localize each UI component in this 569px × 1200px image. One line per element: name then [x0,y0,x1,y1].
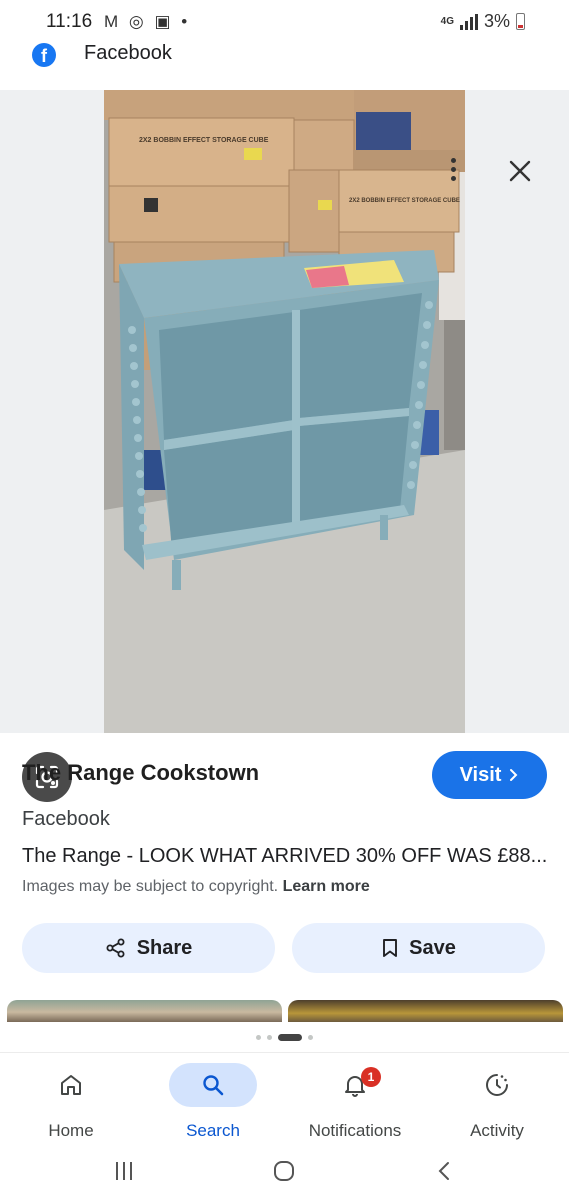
carousel-dots [0,1034,569,1041]
page-title: Facebook [84,42,172,64]
product-image[interactable]: 2X2 BOBBIN EFFECT STORAGE CUBE 2X2 BOBBI… [104,90,465,733]
box-label-text: 2X2 BOBBIN EFFECT STORAGE CUBE [349,198,460,204]
carousel-dot-active [278,1034,302,1041]
more-options-icon[interactable] [443,156,463,186]
status-time: 11:16 [46,11,93,32]
copyright-note: Images may be subject to copyright. Lear… [22,878,370,896]
product-photo: 2X2 BOBBIN EFFECT STORAGE CUBE 2X2 BOBBI… [104,90,465,733]
visit-button[interactable]: Visit [432,751,547,799]
image-viewer: 2X2 BOBBIN EFFECT STORAGE CUBE 2X2 BOBBI… [0,90,569,802]
home-system-icon[interactable] [264,1156,304,1186]
activity-icon [486,1074,508,1096]
related-image-thumbnail[interactable] [288,1000,563,1022]
notification-badge: 1 [361,1067,381,1087]
close-icon[interactable] [507,158,533,184]
nav-label: Search [186,1121,240,1140]
network-label: 4G [440,16,454,27]
box-label-text: 2X2 BOBBIN EFFECT STORAGE CUBE [139,137,269,144]
nav-label: Home [48,1121,94,1140]
facebook-logo-icon: f [32,43,56,67]
source-title[interactable]: The Range Cookstown [22,760,259,786]
copyright-text: Images may be subject to copyright. [22,878,279,895]
chevron-right-icon [510,769,518,781]
activity-icon-wrap [453,1063,541,1107]
result-title[interactable]: The Range - LOOK WHAT ARRIVED 30% OFF WA… [22,845,547,868]
save-label: Save [409,936,456,959]
nav-label: Notifications [308,1121,402,1140]
carousel-dot [267,1035,272,1040]
status-bar: 11:16 M ◎ ▣ • 4G 3% [0,0,569,40]
search-icon [203,1075,224,1096]
nav-activity[interactable]: Activity [426,1053,568,1143]
share-label: Share [136,936,193,959]
facebook-logo: f [22,40,66,70]
related-image-thumbnail[interactable] [7,1000,282,1022]
home-icon-wrap [27,1063,115,1107]
notification-status-icons: M ◎ ▣ • [104,12,191,31]
source-name: Facebook [22,808,110,830]
home-icon [61,1075,81,1095]
battery-icon [516,13,525,30]
signal-icon [459,13,478,30]
bookmark-icon [383,939,398,957]
back-icon[interactable] [424,1156,464,1186]
carousel-dot [256,1035,261,1040]
share-icon [106,938,125,958]
system-nav-bar [0,1142,569,1200]
learn-more-link[interactable]: Learn more [283,878,370,895]
save-button[interactable]: Save [292,923,545,973]
battery-percent: 3% [483,11,510,31]
nav-label: Activity [470,1121,524,1140]
bell-icon-wrap: 1 [311,1063,399,1107]
app-header: f Facebook [0,40,569,90]
recent-apps-icon[interactable] [104,1156,144,1186]
visit-label: Visit [459,763,502,786]
nav-notifications[interactable]: 1 Notifications [284,1053,426,1143]
status-right: 4G 3% [441,11,525,32]
nav-search[interactable]: Search [142,1053,284,1143]
carousel-dot [308,1035,313,1040]
nav-home[interactable]: Home [0,1053,142,1143]
share-button[interactable]: Share [22,923,275,973]
search-icon-wrap [169,1063,257,1107]
bottom-nav: Home Search 1 Notifications Activity [0,1052,569,1142]
